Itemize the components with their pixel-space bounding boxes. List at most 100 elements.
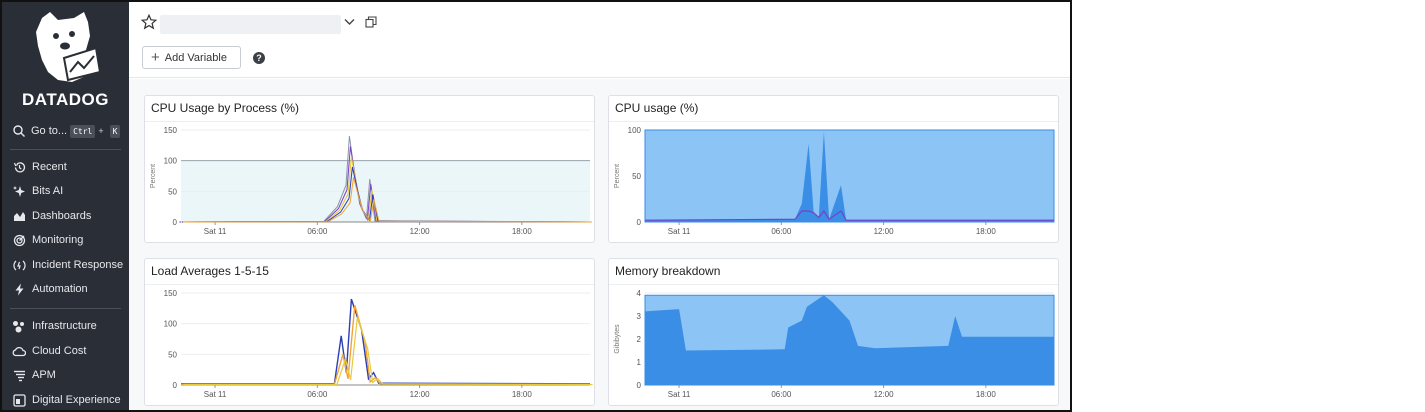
x-tick-label: 18:00 [512, 390, 533, 399]
x-tick-label: 12:00 [874, 227, 895, 236]
dog-logo-icon [36, 12, 102, 82]
widget-title: Memory breakdown [615, 264, 721, 278]
widget-cpu-usage-by-process[interactable]: CPU Usage by Process (%) 150 100 50 0 Sat 11… [144, 95, 595, 243]
y-tick-label: 1 [637, 358, 642, 367]
x-tick-label: 18:00 [976, 390, 997, 399]
sidebar-item-recent[interactable]: Recent [12, 158, 67, 176]
y-tick-label: 0 [637, 381, 642, 390]
y-tick-label: 4 [637, 289, 642, 298]
sidebar-item-label: Automation [32, 283, 88, 295]
dashboard-header: + Add Variable ? [129, 2, 1070, 78]
idle-area [644, 129, 1055, 223]
widget-title: Load Averages 1-5-15 [151, 264, 269, 278]
chevron-down-icon[interactable] [344, 18, 355, 26]
widget-title: CPU Usage by Process (%) [151, 101, 300, 115]
x-tick-label: 06:00 [307, 227, 328, 236]
cpu-process-chart[interactable]: 150 100 50 0 Sat 11 06:00 12:00 18:00 Percent [145, 122, 594, 242]
y-tick-label: 50 [168, 187, 177, 196]
x-tick-label: 06:00 [771, 227, 792, 236]
x-tick-label: 18:00 [976, 227, 997, 236]
x-tick-label: 18:00 [512, 227, 533, 236]
sidebar-divider [10, 308, 121, 309]
memory-breakdown-chart[interactable]: 4 3 2 1 0 Sat 11 06:00 12:00 18:00 Gibibytes [609, 285, 1058, 405]
sidebar-item-automation[interactable]: Automation [12, 280, 88, 298]
sidebar-item-digital-experience[interactable]: Digital Experience [12, 391, 121, 409]
x-tick-label: 12:00 [874, 390, 895, 399]
x-tick-label: Sat 11 [204, 390, 227, 399]
add-variable-label: Add Variable [164, 51, 227, 64]
series-line [183, 317, 593, 386]
y-tick-label: 2 [637, 335, 642, 344]
apm-icon [12, 368, 26, 382]
x-tick-label: Sat 11 [668, 390, 691, 399]
shortcut-plus: + [98, 126, 104, 136]
x-tick-label: 12:00 [410, 390, 431, 399]
plus-icon: + [151, 49, 160, 66]
y-tick-label: 50 [168, 350, 177, 359]
x-tick-label: Sat 11 [668, 227, 691, 236]
sidebar-item-label: Bits AI [32, 185, 64, 197]
y-tick-label: 150 [164, 126, 178, 135]
y-tick-label: 150 [164, 289, 178, 298]
sidebar-item-label: Digital Experience [32, 394, 121, 406]
sidebar-item-label: Dashboards [32, 210, 92, 222]
monitoring-icon [12, 233, 26, 247]
add-variable-button[interactable]: + Add Variable [142, 46, 241, 69]
infrastructure-icon [12, 319, 26, 333]
sidebar: DATADOG Go to... Ctrl + K Recent Bits AI… [2, 2, 129, 410]
shortcut-key-k: K [109, 124, 121, 138]
bolt-icon [12, 282, 26, 296]
y-tick-label: 0 [637, 218, 642, 227]
y-tick-label: 100 [164, 157, 178, 166]
sidebar-item-incident-response[interactable]: Incident Response [12, 256, 123, 274]
goto-search[interactable]: Go to... Ctrl + K [12, 122, 121, 140]
cpu-usage-chart[interactable]: 100 50 0 Sat 11 06:00 12:00 18:00 Percent [609, 122, 1058, 242]
widget-memory-breakdown[interactable]: Memory breakdown 4 3 2 1 0 Sat 11 06:00 12:00 18… [608, 258, 1059, 406]
sidebar-item-label: Incident Response [32, 259, 124, 271]
sidebar-item-monitoring[interactable]: Monitoring [12, 231, 83, 249]
widget-title: CPU usage (%) [615, 101, 699, 115]
y-tick-label: 100 [164, 320, 178, 329]
digital-experience-icon [12, 393, 26, 407]
sidebar-item-infrastructure[interactable]: Infrastructure [12, 317, 97, 335]
x-tick-label: 12:00 [410, 227, 431, 236]
sidebar-item-label: APM [32, 369, 56, 381]
y-tick-label: 0 [173, 381, 178, 390]
load-averages-chart[interactable]: 150 100 50 0 Sat 11 06:00 12:00 18:00 [145, 285, 594, 405]
sidebar-divider [10, 149, 121, 150]
sparkle-icon [12, 184, 26, 198]
x-tick-label: 06:00 [771, 390, 792, 399]
sidebar-item-label: Recent [32, 161, 67, 173]
widget-load-averages[interactable]: Load Averages 1-5-15 150 100 50 0 Sat 11 06:0… [144, 258, 595, 406]
widget-cpu-usage[interactable]: CPU usage (%) 100 50 0 Sat 11 06:00 12:00 18:0… [608, 95, 1059, 243]
sidebar-item-cloud-cost[interactable]: Cloud Cost [12, 342, 86, 360]
cloud-icon [12, 344, 26, 358]
dashboard-grid: CPU Usage by Process (%) 150 100 50 0 Sat 11… [129, 79, 1070, 410]
star-icon[interactable] [141, 14, 157, 30]
goto-label: Go to... [31, 125, 68, 137]
x-tick-label: Sat 11 [204, 227, 227, 236]
app-window: DATADOG Go to... Ctrl + K Recent Bits AI… [0, 0, 1072, 412]
y-axis-label: Percent [614, 164, 621, 188]
incident-icon [12, 258, 26, 272]
datadog-logo[interactable]: DATADOG [2, 8, 129, 109]
y-axis-label: Gibibytes [614, 324, 621, 354]
shortcut-key-ctrl: Ctrl [70, 124, 96, 138]
help-icon[interactable]: ? [253, 52, 265, 64]
brand-name: DATADOG [22, 90, 109, 109]
y-tick-label: 0 [173, 218, 178, 227]
y-axis-label: Percent [150, 164, 157, 188]
history-icon [12, 160, 26, 174]
y-tick-label: 3 [637, 312, 642, 321]
sidebar-item-bits-ai[interactable]: Bits AI [12, 182, 63, 200]
series-line [181, 298, 591, 385]
sidebar-item-apm[interactable]: APM [12, 366, 56, 384]
y-tick-label: 100 [628, 126, 642, 135]
series-line [181, 305, 591, 386]
sidebar-item-dashboards[interactable]: Dashboards [12, 207, 91, 225]
sidebar-item-label: Monitoring [32, 234, 84, 246]
dashboard-icon [12, 209, 26, 223]
sidebar-item-label: Cloud Cost [32, 345, 87, 357]
dashboard-title-redacted[interactable] [160, 15, 341, 34]
clone-icon[interactable] [365, 16, 377, 28]
